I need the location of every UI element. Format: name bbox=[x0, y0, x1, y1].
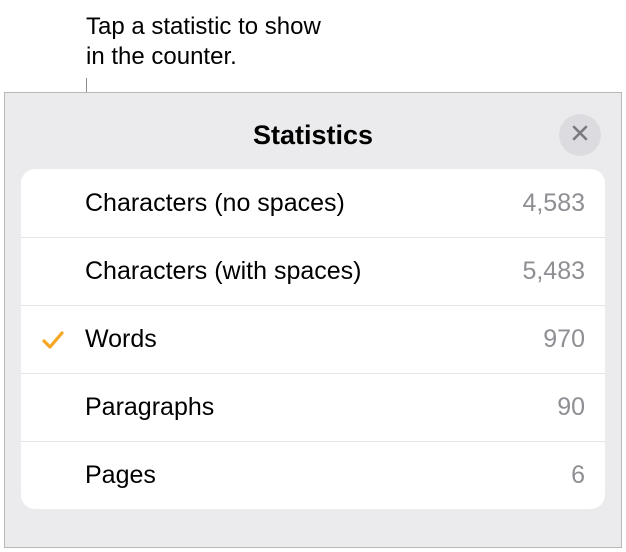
checkmark-icon bbox=[40, 327, 66, 353]
popover-title: Statistics bbox=[253, 120, 373, 151]
callout-text: Tap a statistic to show in the counter. bbox=[86, 12, 346, 72]
stat-row-characters-no-spaces[interactable]: Characters (no spaces) 4,583 bbox=[21, 169, 605, 237]
statistics-list: Characters (no spaces) 4,583 Characters … bbox=[21, 169, 605, 509]
stat-label: Characters (no spaces) bbox=[85, 189, 522, 218]
stat-value: 5,483 bbox=[522, 257, 585, 286]
stat-row-characters-with-spaces[interactable]: Characters (with spaces) 5,483 bbox=[21, 237, 605, 305]
stat-label: Paragraphs bbox=[85, 393, 557, 422]
stat-value: 90 bbox=[557, 393, 585, 422]
stat-row-words[interactable]: Words 970 bbox=[21, 305, 605, 373]
statistics-popover: Statistics Characters (no spaces) 4,583 … bbox=[4, 92, 622, 548]
stat-value: 6 bbox=[571, 461, 585, 490]
stat-value: 970 bbox=[543, 325, 585, 354]
stat-label: Pages bbox=[85, 461, 571, 490]
close-button[interactable] bbox=[559, 114, 601, 156]
stat-row-paragraphs[interactable]: Paragraphs 90 bbox=[21, 373, 605, 441]
stat-value: 4,583 bbox=[522, 189, 585, 218]
stat-row-pages[interactable]: Pages 6 bbox=[21, 441, 605, 509]
stat-label: Characters (with spaces) bbox=[85, 257, 522, 286]
stat-label: Words bbox=[85, 325, 543, 354]
close-icon bbox=[571, 124, 589, 147]
